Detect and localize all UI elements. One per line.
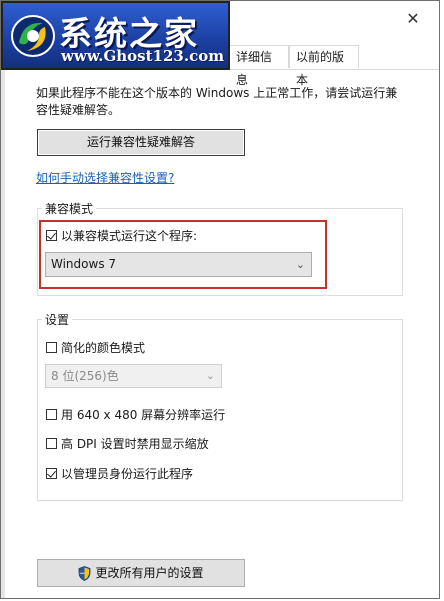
window-left-edge [1, 1, 5, 598]
chevron-down-icon: ⌄ [205, 369, 215, 382]
color-depth-value: 8 位(256)色 [51, 369, 119, 383]
res-640-checkbox[interactable] [46, 409, 57, 420]
tab-previous-versions[interactable]: 以前的版本 [289, 45, 359, 87]
high-dpi-checkbox[interactable] [46, 438, 57, 449]
compat-mode-checkbox[interactable] [46, 230, 57, 241]
manual-compat-settings-link[interactable]: 如何手动选择兼容性设置? [36, 169, 174, 186]
chevron-down-icon: ⌄ [295, 258, 305, 271]
tab-details[interactable]: 详细信息 [229, 45, 289, 87]
intro-text: 如果此程序不能在这个版本的 Windows 上正常工作，请尝试运行兼容性疑难解答… [36, 86, 398, 117]
close-icon[interactable]: ✕ [405, 11, 421, 27]
uac-shield-icon [79, 565, 91, 581]
high-dpi-checkbox-row[interactable]: 高 DPI 设置时禁用显示缩放 [46, 435, 209, 452]
run-compatibility-troubleshooter-button[interactable]: 运行兼容性疑难解答 [37, 129, 245, 156]
os-version-value: Windows 7 [51, 257, 117, 271]
run-as-admin-label: 以管理员身份运行此程序 [61, 467, 194, 481]
change-all-users-settings-button[interactable]: 更改所有用户的设置 [37, 559, 245, 587]
logo-url: www.Ghost123.com [61, 47, 225, 65]
high-dpi-label: 高 DPI 设置时禁用显示缩放 [61, 437, 209, 451]
color-depth-select: 8 位(256)色 ⌄ [45, 364, 222, 388]
settings-label: 设置 [42, 311, 73, 328]
compat-mode-checkbox-row[interactable]: 以兼容模式运行这个程序: [46, 227, 197, 244]
compat-mode-checkbox-label: 以兼容模式运行这个程序: [61, 229, 198, 243]
os-version-select[interactable]: Windows 7 ⌄ [45, 252, 312, 277]
res-640-checkbox-row[interactable]: 用 640 x 480 屏幕分辨率运行 [46, 406, 225, 423]
compatibility-properties-window: ✕ 详细信息 以前的版本 系统之家 www.Ghost123.com 如果此程序… [0, 0, 440, 599]
change-all-users-label: 更改所有用户的设置 [95, 566, 204, 580]
run-as-admin-checkbox-row[interactable]: 以管理员身份运行此程序 [46, 465, 193, 482]
reduced-color-label: 简化的颜色模式 [61, 341, 146, 355]
run-as-admin-checkbox[interactable] [46, 468, 57, 479]
watermark-logo: 系统之家 www.Ghost123.com [1, 1, 230, 70]
compatibility-mode-label: 兼容模式 [42, 200, 97, 217]
reduced-color-checkbox-row[interactable]: 简化的颜色模式 [46, 339, 145, 356]
ghost-logo-icon [11, 15, 55, 57]
res-640-label: 用 640 x 480 屏幕分辨率运行 [61, 408, 226, 422]
reduced-color-checkbox[interactable] [46, 342, 57, 353]
